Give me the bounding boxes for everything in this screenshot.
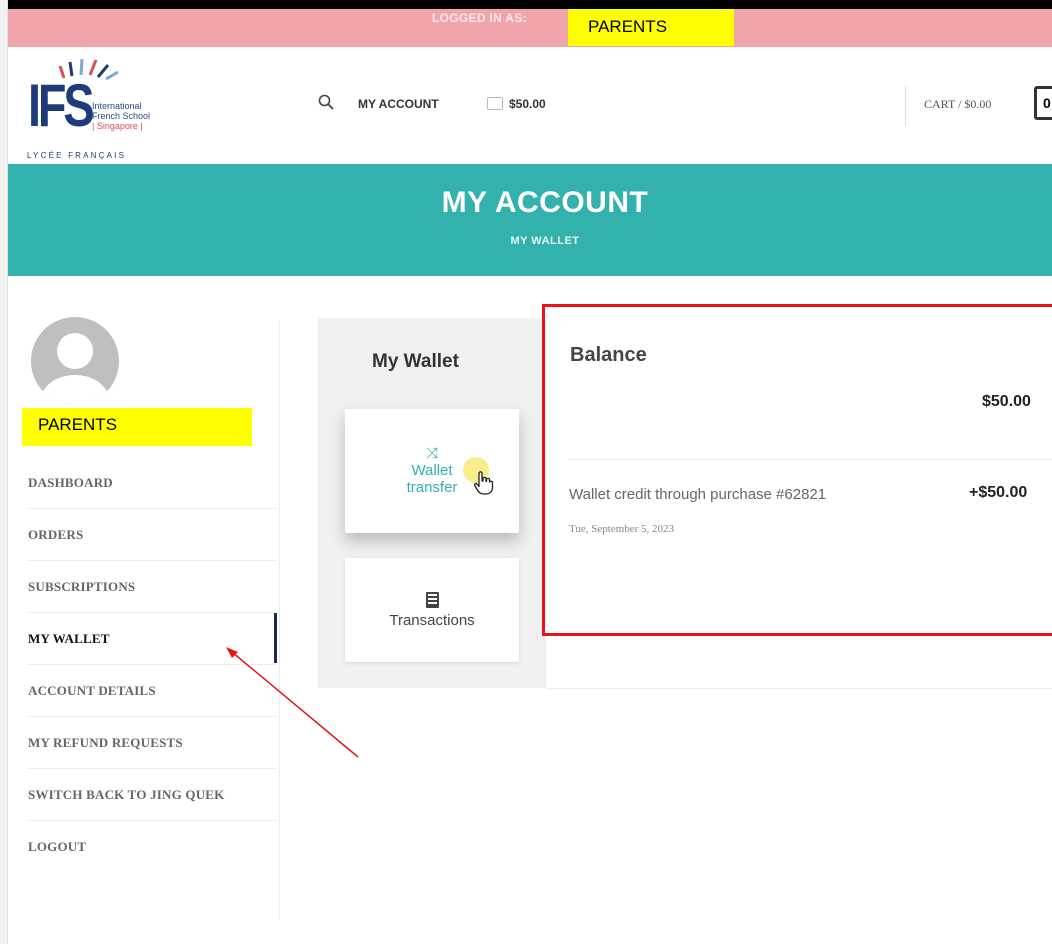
logo-text: International French School | Singapore … [92, 101, 150, 131]
balance-title: Balance [570, 344, 647, 366]
transaction-amount: +$50.00 [969, 484, 1028, 501]
transactions-tile[interactable]: Transactions [345, 558, 519, 662]
breadcrumb: MY WALLET [510, 235, 580, 247]
page-banner [8, 164, 1052, 276]
wallet-transfer-label: Wallet transfer [406, 462, 458, 496]
logo-line-3: | Singapore | [92, 121, 143, 131]
sidebar-user-name: PARENTS [22, 408, 252, 446]
list-icon [425, 591, 439, 608]
avatar-shoulders [41, 375, 109, 405]
logo[interactable]: IFS [28, 76, 95, 136]
balance-amount: $50.00 [982, 393, 1031, 410]
account-nav: DASHBOARD ORDERS SUBSCRIPTIONS MY WALLET… [28, 457, 276, 873]
logo-line-2: French School [92, 111, 151, 121]
cart-count: 0 [1043, 95, 1051, 111]
nav-wallet-balance[interactable]: $50.00 [509, 97, 546, 111]
search-icon[interactable] [318, 94, 334, 110]
logged-in-label: LOGGED IN AS: [432, 11, 527, 25]
cart-icon[interactable]: 0 [1034, 86, 1052, 120]
sidebar-item-orders[interactable]: ORDERS [28, 509, 276, 561]
sidebar-divider [279, 320, 280, 920]
content-divider [546, 688, 1052, 689]
sidebar-item-subscriptions[interactable]: SUBSCRIPTIONS [28, 561, 276, 613]
sidebar-item-refund-requests[interactable]: MY REFUND REQUESTS [28, 717, 276, 769]
shuffle-icon: ⤨ [425, 445, 438, 462]
sidebar-item-account-details[interactable]: ACCOUNT DETAILS [28, 665, 276, 717]
window-top-edge [0, 0, 1052, 9]
sidebar-item-dashboard[interactable]: DASHBOARD [28, 457, 276, 509]
logged-in-user: PARENTS [568, 9, 734, 46]
avatar-head [57, 333, 93, 369]
nav-my-account[interactable]: MY ACCOUNT [358, 97, 439, 111]
sidebar-item-logout[interactable]: LOGOUT [28, 821, 276, 873]
page-title: MY ACCOUNT [441, 186, 649, 219]
transactions-label: Transactions [389, 611, 475, 629]
logo-line-1: International [92, 101, 142, 111]
wallet-heading: My Wallet [372, 351, 459, 372]
window-left-edge [0, 0, 8, 944]
header-divider [905, 86, 906, 126]
wallet-icon[interactable] [487, 97, 503, 110]
cart-link[interactable]: CART / $0.00 [924, 97, 991, 112]
logged-in-bar [8, 9, 1052, 47]
balance-divider [568, 459, 1052, 460]
sidebar-item-switch-back[interactable]: SWITCH BACK TO JING QUEK [28, 769, 276, 821]
transaction-date: Tue, September 5, 2023 [569, 523, 675, 535]
transaction-description: Wallet credit through purchase #62821 [569, 486, 827, 503]
logo-subtitle: LYCÉE FRANÇAIS [27, 151, 127, 160]
sidebar-item-my-wallet[interactable]: MY WALLET [28, 613, 276, 665]
active-indicator [274, 613, 277, 663]
pointer-hand-icon [474, 471, 494, 495]
avatar [31, 317, 119, 405]
